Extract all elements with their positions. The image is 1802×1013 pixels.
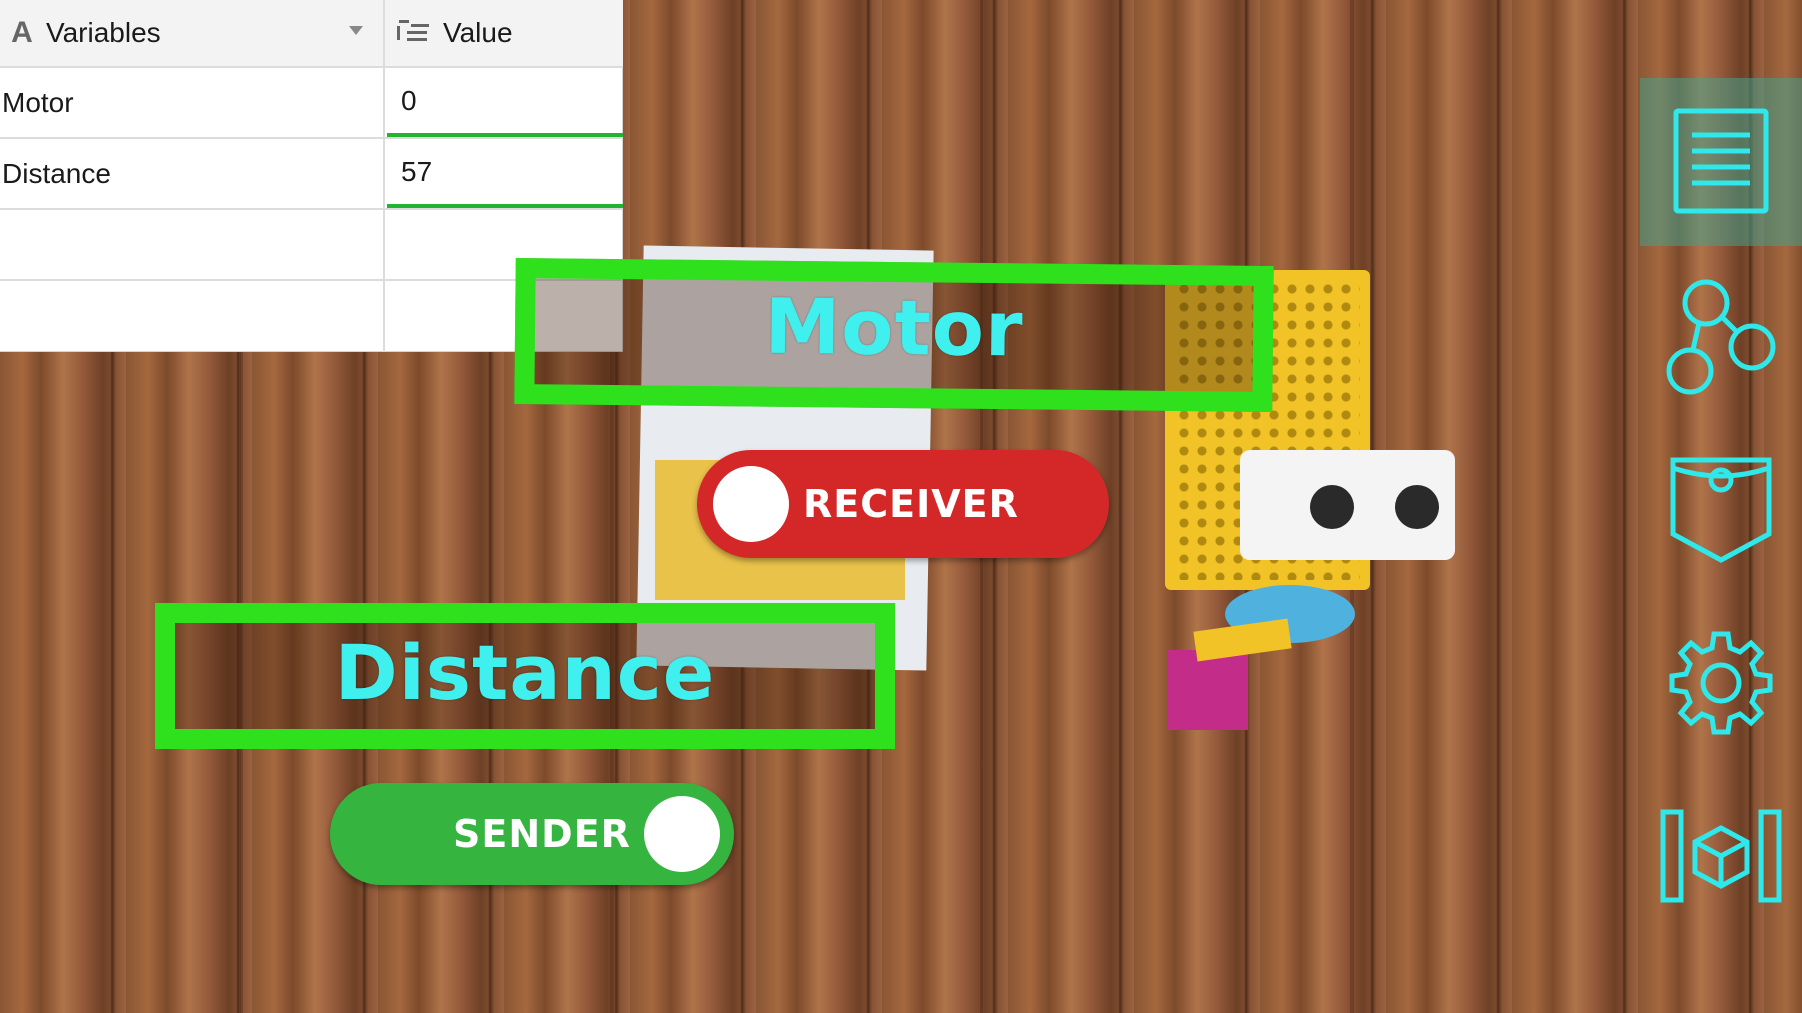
gear-icon xyxy=(1669,631,1773,735)
cube-icon xyxy=(1660,809,1782,903)
value-header-label: Value xyxy=(443,17,513,48)
receiver-toggle[interactable]: RECEIVER xyxy=(697,450,1109,558)
right-toolbar xyxy=(1640,78,1802,938)
table-row: Distance 57 xyxy=(0,139,623,210)
graph-nodes-icon xyxy=(1666,279,1776,395)
value-column-header[interactable]: Value xyxy=(387,0,623,66)
graph-button[interactable] xyxy=(1640,253,1802,421)
lego-sensor-eye xyxy=(1310,485,1354,529)
lego-magenta-brick xyxy=(1168,650,1248,730)
list-icon xyxy=(1673,108,1769,214)
pocket-icon xyxy=(1670,457,1772,563)
receiver-toggle-knob[interactable] xyxy=(713,466,789,542)
variables-header-label: Variables xyxy=(46,17,161,48)
sender-toggle[interactable]: SENDER xyxy=(330,783,734,885)
pocket-button[interactable] xyxy=(1640,426,1802,594)
variable-name-cell[interactable]: Distance xyxy=(0,139,385,208)
variable-name-cell[interactable]: Motor xyxy=(0,68,385,137)
receiver-toggle-label: RECEIVER xyxy=(803,482,1019,526)
lego-yellow-arm xyxy=(1193,618,1292,662)
sender-toggle-knob[interactable] xyxy=(644,796,720,872)
motor-ar-label[interactable]: Motor xyxy=(514,258,1274,412)
distance-label-text: Distance xyxy=(334,627,716,717)
text-align-icon xyxy=(397,18,433,48)
variable-value-cell[interactable]: 0 xyxy=(387,68,623,137)
chevron-down-icon[interactable] xyxy=(349,26,363,35)
motor-label-text: Motor xyxy=(764,281,1024,373)
3d-view-button[interactable] xyxy=(1640,772,1802,940)
list-button[interactable] xyxy=(1640,78,1802,246)
variables-column-header[interactable]: A Variables xyxy=(0,0,385,66)
settings-button[interactable] xyxy=(1640,599,1802,767)
variable-value-cell[interactable]: 57 xyxy=(387,139,623,208)
table-row: Motor 0 xyxy=(0,68,623,139)
variable-name-cell[interactable] xyxy=(0,210,385,279)
variable-name-cell[interactable] xyxy=(0,281,385,352)
distance-ar-label[interactable]: Distance xyxy=(155,603,895,749)
table-header-row: A Variables Value xyxy=(0,0,623,68)
sender-toggle-label: SENDER xyxy=(453,812,631,856)
text-type-icon: A xyxy=(11,16,33,49)
lego-sensor-eye xyxy=(1395,485,1439,529)
